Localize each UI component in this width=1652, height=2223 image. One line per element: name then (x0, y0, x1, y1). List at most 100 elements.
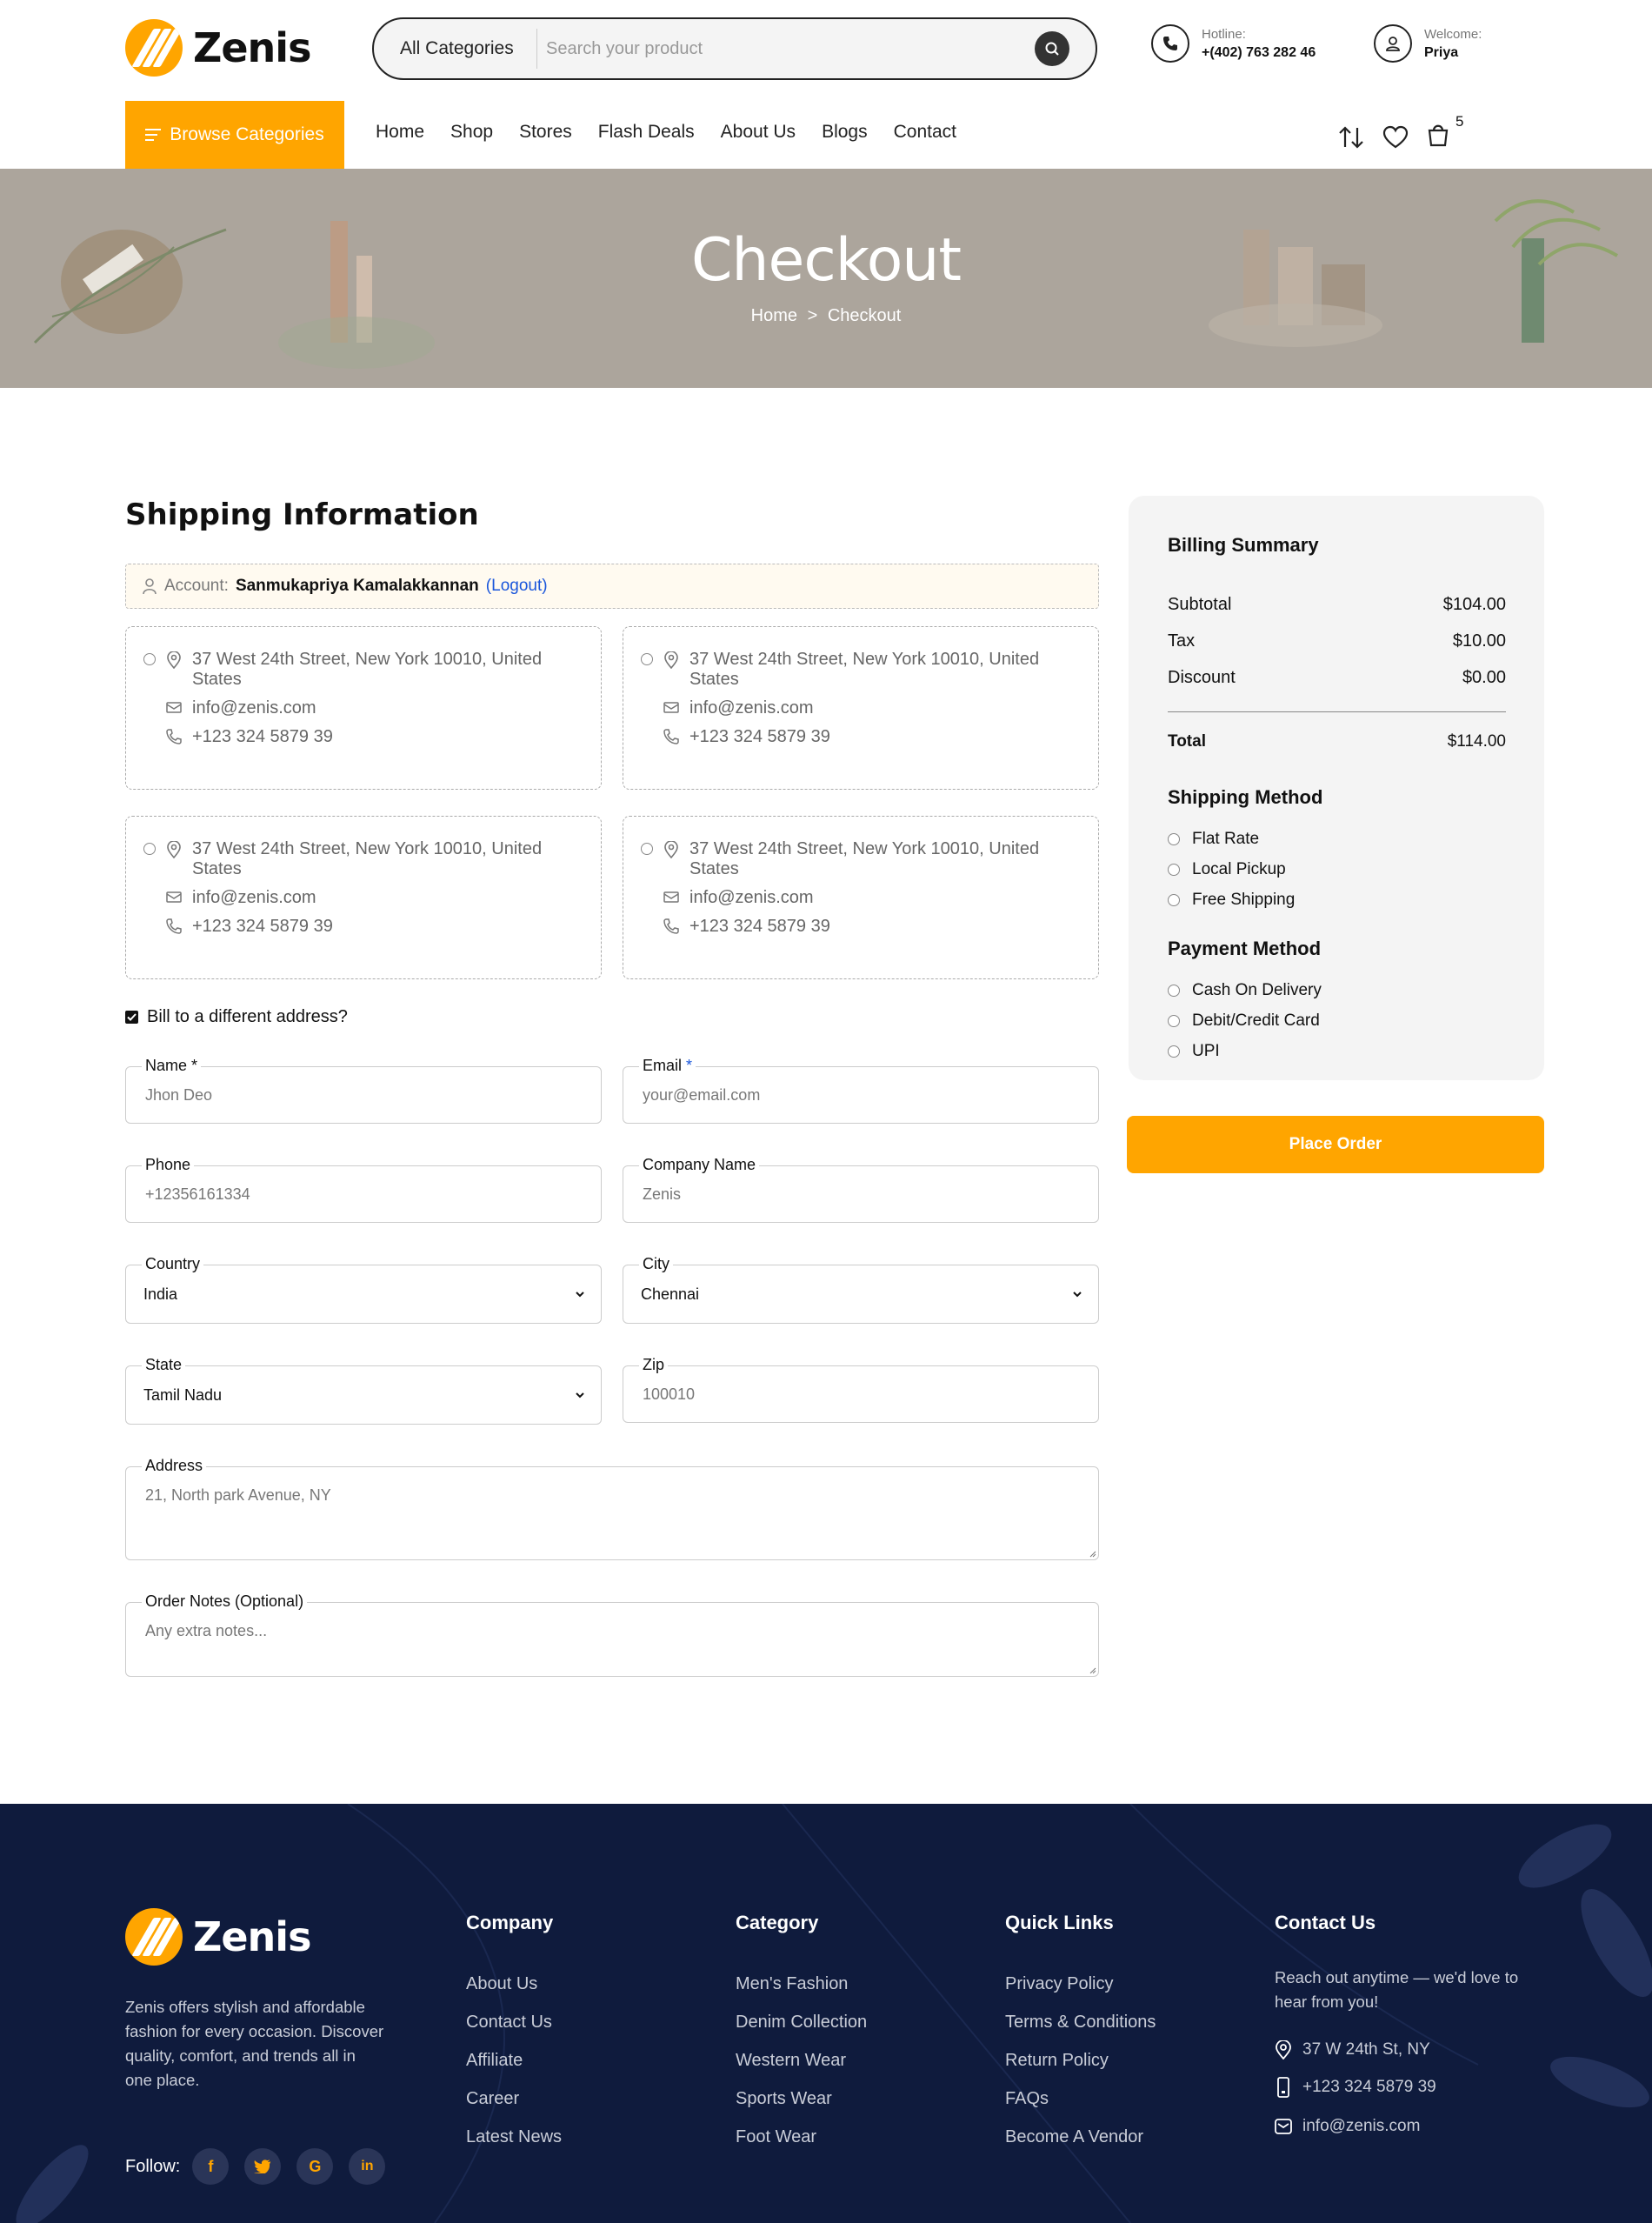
logout-link[interactable]: (Logout) (486, 577, 548, 596)
phone-field[interactable]: Phone +12356161334 (125, 1156, 602, 1223)
order-notes-label: Order Notes (Optional) (142, 1592, 308, 1611)
zip-placeholder: 100010 (643, 1385, 696, 1403)
payment-radio[interactable] (1168, 985, 1180, 997)
search-button[interactable] (1035, 31, 1069, 66)
footer-link-terms[interactable]: Terms & Conditions (1005, 2013, 1156, 2033)
user-account[interactable]: Welcome: Priya (1374, 24, 1482, 63)
footer-link-return-policy[interactable]: Return Policy (1005, 2051, 1109, 2071)
google-icon[interactable]: G (296, 2148, 334, 2185)
tax-row: Tax $10.00 (1168, 631, 1506, 651)
address-radio[interactable] (143, 653, 156, 665)
mobile-phone-icon (1277, 2077, 1289, 2098)
location-icon (664, 841, 678, 858)
address-card[interactable]: 37 West 24th Street, New York 10010, Uni… (623, 626, 1099, 790)
payment-option[interactable]: Debit/Credit Card (1168, 1011, 1322, 1031)
shipping-option[interactable]: Flat Rate (1168, 830, 1295, 849)
city-dropdown[interactable]: Chennai (637, 1265, 1084, 1323)
footer-link-affiliate[interactable]: Affiliate (466, 2051, 523, 2071)
payment-radio[interactable] (1168, 1015, 1180, 1027)
shipping-option[interactable]: Free Shipping (1168, 891, 1295, 910)
address-card[interactable]: 37 West 24th Street, New York 10010, Uni… (623, 816, 1099, 979)
payment-option[interactable]: UPI (1168, 1042, 1322, 1061)
footer-link-faqs[interactable]: FAQs (1005, 2089, 1049, 2109)
breadcrumb-home[interactable]: Home (751, 306, 797, 325)
nav-contact[interactable]: Contact (894, 122, 956, 143)
shipping-radio[interactable] (1168, 894, 1180, 906)
state-dropdown[interactable]: Tamil Nadu (140, 1366, 587, 1424)
facebook-icon[interactable]: f (192, 2148, 230, 2185)
search-category-select[interactable]: All Categories (374, 29, 537, 69)
footer-link-mens-fashion[interactable]: Men's Fashion (736, 1974, 848, 1994)
city-select[interactable]: City Chennai (623, 1255, 1099, 1324)
search-input[interactable] (537, 38, 1035, 59)
name-placeholder: Jhon Deo (145, 1086, 213, 1104)
shipping-method-title: Shipping Method (1168, 786, 1323, 808)
zip-field[interactable]: Zip 100010 (623, 1356, 1099, 1423)
nav-home[interactable]: Home (376, 122, 424, 143)
footer-link-denim-collection[interactable]: Denim Collection (736, 2013, 867, 2033)
cart-count: 5 (1455, 113, 1464, 130)
footer-link-western-wear[interactable]: Western Wear (736, 2051, 846, 2071)
nav-about-us[interactable]: About Us (721, 122, 796, 143)
breadcrumb: Home > Checkout (0, 306, 1652, 326)
total-label: Total (1168, 732, 1206, 751)
linkedin-icon[interactable]: in (349, 2148, 386, 2185)
footer-link-latest-news[interactable]: Latest News (466, 2127, 562, 2147)
state-select[interactable]: State Tamil Nadu (125, 1356, 602, 1425)
resize-handle-icon[interactable] (1088, 1666, 1096, 1674)
mail-icon (663, 891, 679, 903)
email-field[interactable]: Email * your@email.com (623, 1057, 1099, 1124)
wishlist-icon[interactable] (1382, 125, 1409, 150)
footer-link-contact-us[interactable]: Contact Us (466, 2013, 552, 2033)
address-radio[interactable] (641, 653, 653, 665)
payment-option-label: Cash On Delivery (1192, 981, 1322, 999)
footer-link-foot-wear[interactable]: Foot Wear (736, 2127, 816, 2147)
address-field[interactable]: Address 21, North park Avenue, NY (125, 1457, 1099, 1560)
shipping-option[interactable]: Local Pickup (1168, 860, 1295, 879)
welcome-label: Welcome: (1424, 26, 1482, 42)
nav-flash-deals[interactable]: Flash Deals (598, 122, 695, 143)
order-notes-field[interactable]: Order Notes (Optional) Any extra notes..… (125, 1592, 1099, 1677)
address-radio[interactable] (641, 843, 653, 855)
footer-link-become-vendor[interactable]: Become A Vendor (1005, 2127, 1143, 2147)
country-select[interactable]: Country India (125, 1255, 602, 1324)
compare-icon[interactable] (1337, 124, 1365, 150)
company-label: Company Name (639, 1156, 760, 1174)
name-field[interactable]: Name * Jhon Deo (125, 1057, 602, 1124)
nav-shop[interactable]: Shop (450, 122, 493, 143)
twitter-icon[interactable] (244, 2148, 282, 2185)
company-field[interactable]: Company Name Zenis (623, 1156, 1099, 1223)
footer-link-about-us[interactable]: About Us (466, 1974, 537, 1994)
browse-categories-button[interactable]: Browse Categories (125, 101, 344, 169)
address-phone: +123 324 5879 39 (689, 727, 830, 746)
nav-stores[interactable]: Stores (519, 122, 572, 143)
contact-email[interactable]: info@zenis.com (1275, 2117, 1420, 2136)
shipping-radio[interactable] (1168, 833, 1180, 845)
nav-blogs[interactable]: Blogs (822, 122, 868, 143)
contact-phone[interactable]: +123 324 5879 39 (1275, 2077, 1436, 2098)
cart-button[interactable]: 5 (1426, 113, 1463, 152)
place-order-button[interactable]: Place Order (1127, 1116, 1544, 1173)
shipping-radio[interactable] (1168, 864, 1180, 876)
logo-icon (125, 1908, 183, 1966)
footer-link-career[interactable]: Career (466, 2089, 519, 2109)
footer-logo[interactable]: Zenis (125, 1908, 311, 1966)
resize-handle-icon[interactable] (1088, 1549, 1096, 1558)
address-card[interactable]: 37 West 24th Street, New York 10010, Uni… (125, 816, 602, 979)
brand-logo[interactable]: Zenis (125, 19, 311, 77)
footer-link-privacy-policy[interactable]: Privacy Policy (1005, 1974, 1113, 1994)
shipping-title: Shipping Information (125, 497, 479, 532)
phone-icon (1151, 24, 1189, 63)
address-radio[interactable] (143, 843, 156, 855)
payment-option[interactable]: Cash On Delivery (1168, 981, 1322, 1000)
shipping-option-label: Free Shipping (1192, 891, 1296, 909)
order-notes-placeholder: Any extra notes... (145, 1622, 268, 1639)
bill-different-checkbox[interactable] (125, 1011, 138, 1024)
footer-link-sports-wear[interactable]: Sports Wear (736, 2089, 832, 2109)
account-name: Sanmukapriya Kamalakkannan (235, 577, 479, 595)
country-dropdown[interactable]: India (140, 1265, 587, 1323)
payment-radio[interactable] (1168, 1045, 1180, 1058)
address-card[interactable]: 37 West 24th Street, New York 10010, Uni… (125, 626, 602, 790)
company-title: Company (466, 1912, 554, 1933)
hotline[interactable]: Hotline: +(402) 763 282 46 (1151, 24, 1316, 63)
